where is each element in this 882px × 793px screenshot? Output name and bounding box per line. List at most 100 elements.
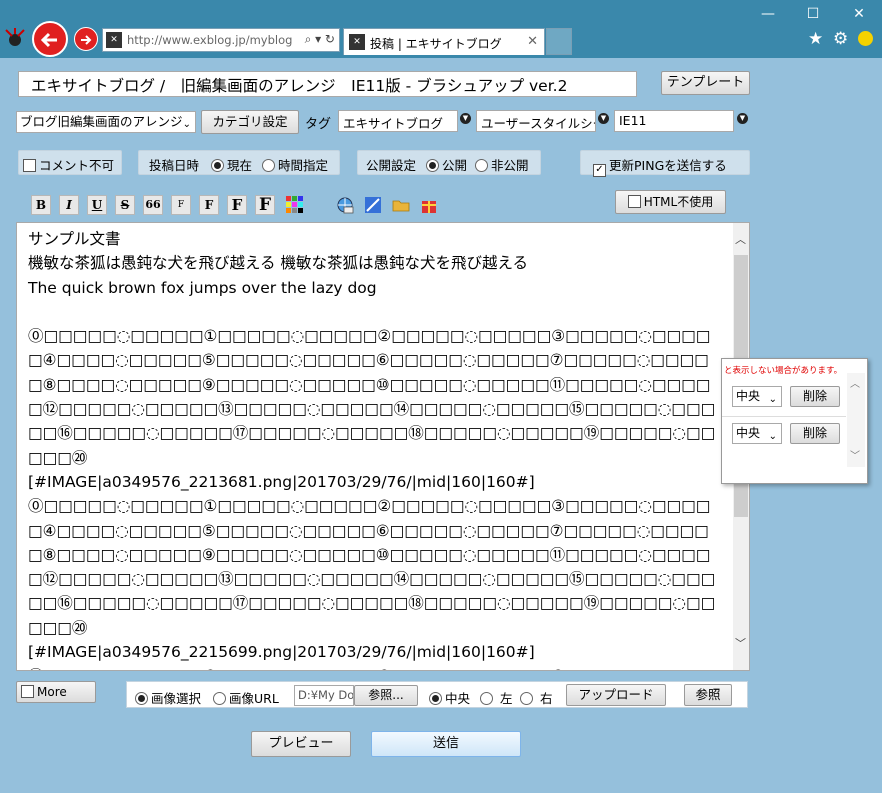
editor-content[interactable]: サンプル文書 機敏な茶狐は愚鈍な犬を飛び越える 機敏な茶狐は愚鈍な犬を飛び越える… [28,227,718,670]
minimize-button[interactable]: — [753,1,783,27]
now-radio-option[interactable]: 現在 [211,158,252,173]
image-url-label: 画像URL [229,691,279,706]
quote-button[interactable]: 66 [143,195,163,215]
strikethrough-button[interactable]: S [115,195,135,215]
address-bar[interactable]: ✕ http://www.exblog.jp/myblog ⌕ ▾ ↻ [102,28,340,52]
html-unused-label: HTML不使用 [643,195,714,209]
post-title-input[interactable]: エキサイトブログ / 旧編集画面のアレンジ IE11版 - ブラシュアップ ve… [18,71,637,97]
strikethrough-label: S [120,198,130,212]
tag-input-2[interactable]: ユーザースタイルシート [476,110,596,132]
underline-button[interactable]: U [87,195,107,215]
popup-scrollbar[interactable]: ︿ ﹀ [847,373,865,467]
delete-image-button-2[interactable]: 削除 [790,423,840,444]
close-window-button[interactable]: ✕ [844,1,874,27]
align-right-option[interactable]: 右 [520,688,553,707]
favorites-star-icon[interactable]: ★ [808,29,823,49]
tab-close-icon[interactable]: ✕ [527,34,538,49]
maximize-button[interactable]: ☐ [798,1,828,27]
image-insert-icon[interactable] [363,195,383,215]
tab-favicon-icon: ✕ [349,34,365,50]
public-radio[interactable] [426,159,439,172]
upload-button[interactable]: アップロード [566,684,666,706]
bold-label: B [35,198,47,212]
html-unused-option[interactable]: HTML不使用 [615,190,726,214]
image-align-select-1[interactable]: 中央 ⌄ [732,386,782,407]
tag-dropdown-1-icon[interactable]: ▼ [460,113,471,124]
scroll-up-icon[interactable]: ︿ [735,231,746,247]
browse-button[interactable]: 参照... [354,685,418,706]
image-url-radio[interactable] [213,692,226,705]
more-option[interactable]: More [16,681,96,703]
tag-dropdown-3-icon[interactable]: ▼ [737,113,748,124]
file-path-input[interactable]: D:¥My Docu [294,685,354,706]
new-tab-button[interactable] [546,28,572,55]
more-checkbox[interactable] [21,685,34,698]
popup-note: と表示しない場合があります。 [724,366,843,376]
color-palette-icon[interactable] [285,195,305,215]
align-center-radio[interactable] [429,692,442,705]
ping-option[interactable]: ✓ 更新PINGを送信する [580,150,750,177]
settings-gear-icon[interactable]: ⚙ [833,29,848,49]
time-spec-radio-option[interactable]: 時間指定 [262,158,328,173]
bold-button[interactable]: B [31,195,51,215]
private-radio-option[interactable]: 非公開 [475,158,529,173]
font-size-medium-button[interactable]: F [199,195,219,215]
font-large-label: F [231,196,243,214]
tag-input-3[interactable]: IE11 [614,110,734,132]
scroll-down-icon[interactable]: ﹀ [735,635,746,651]
no-comment-checkbox[interactable] [23,159,36,172]
forward-button[interactable] [74,27,98,51]
no-comment-label: コメント不可 [39,158,115,173]
folder-icon[interactable] [391,195,411,215]
submit-button[interactable]: 送信 [371,731,521,757]
category-settings-button[interactable]: カテゴリ設定 [201,110,299,134]
font-size-xlarge-button[interactable]: F [255,195,275,215]
browser-tab[interactable]: ✕ 投稿 | エキサイトブログ ✕ [343,28,545,55]
ping-label: 更新PINGを送信する [609,158,727,173]
image-url-option[interactable]: 画像URL [213,688,279,707]
preview-button[interactable]: プレビュー [251,731,351,757]
align-right-radio[interactable] [520,692,533,705]
back-button[interactable] [32,21,68,57]
chevron-down-icon: ⌄ [768,431,777,442]
public-radio-option[interactable]: 公開 [426,158,467,173]
public-label: 公開 [442,158,468,173]
tag-dropdown-2-icon[interactable]: ▼ [598,113,609,124]
image-select-radio[interactable] [135,692,148,705]
address-url: http://www.exblog.jp/myblog [127,33,293,47]
address-tools-icon[interactable]: ⌕ ▾ ↻ [305,32,335,47]
category-select-value: ブログ旧編集画面のアレンジ [20,114,183,129]
align-left-radio[interactable] [480,692,493,705]
italic-button[interactable]: I [59,195,79,215]
template-button[interactable]: テンプレート [661,71,750,95]
now-radio[interactable] [211,159,224,172]
font-size-small-button[interactable]: F [171,195,191,215]
gift-icon[interactable] [419,195,439,215]
ping-checkbox[interactable]: ✓ [593,164,606,177]
link-globe-icon[interactable] [335,195,355,215]
category-select[interactable]: ブログ旧編集画面のアレンジ ⌄ [16,111,196,133]
popup-scroll-down-icon[interactable]: ﹀ [850,447,860,462]
align-left-option[interactable]: 左 [480,688,513,707]
image-options-popup: と表示しない場合があります。 中央 ⌄ 削除 中央 ⌄ 削除 ︿ ﹀ [721,358,868,484]
tag-input-1[interactable]: エキサイトブログ [338,110,458,132]
popup-scroll-up-icon[interactable]: ︿ [850,375,860,390]
delete-image-button-1[interactable]: 削除 [790,386,840,407]
post-body-editor[interactable]: サンプル文書 機敏な茶狐は愚鈍な犬を飛び越える 機敏な茶狐は愚鈍な犬を飛び越える… [16,222,750,671]
smiley-feedback-icon[interactable] [858,31,873,46]
image-select-option[interactable]: 画像選択 [135,688,201,707]
no-comment-option[interactable]: コメント不可 [18,150,122,175]
time-spec-radio[interactable] [262,159,275,172]
align-right-label: 右 [540,691,553,706]
align-center-option[interactable]: 中央 [429,688,470,707]
private-label: 非公開 [491,158,529,173]
reference-button[interactable]: 参照 [684,684,732,706]
now-label: 現在 [227,158,253,173]
image-align-select-2[interactable]: 中央 ⌄ [732,423,782,444]
font-size-large-button[interactable]: F [227,195,247,215]
forward-arrow-icon [81,35,92,45]
align-2-value: 中央 [736,426,761,440]
post-datetime-group: 投稿日時 現在 時間指定 [138,150,340,175]
html-unused-checkbox[interactable] [627,195,641,208]
private-radio[interactable] [475,159,488,172]
